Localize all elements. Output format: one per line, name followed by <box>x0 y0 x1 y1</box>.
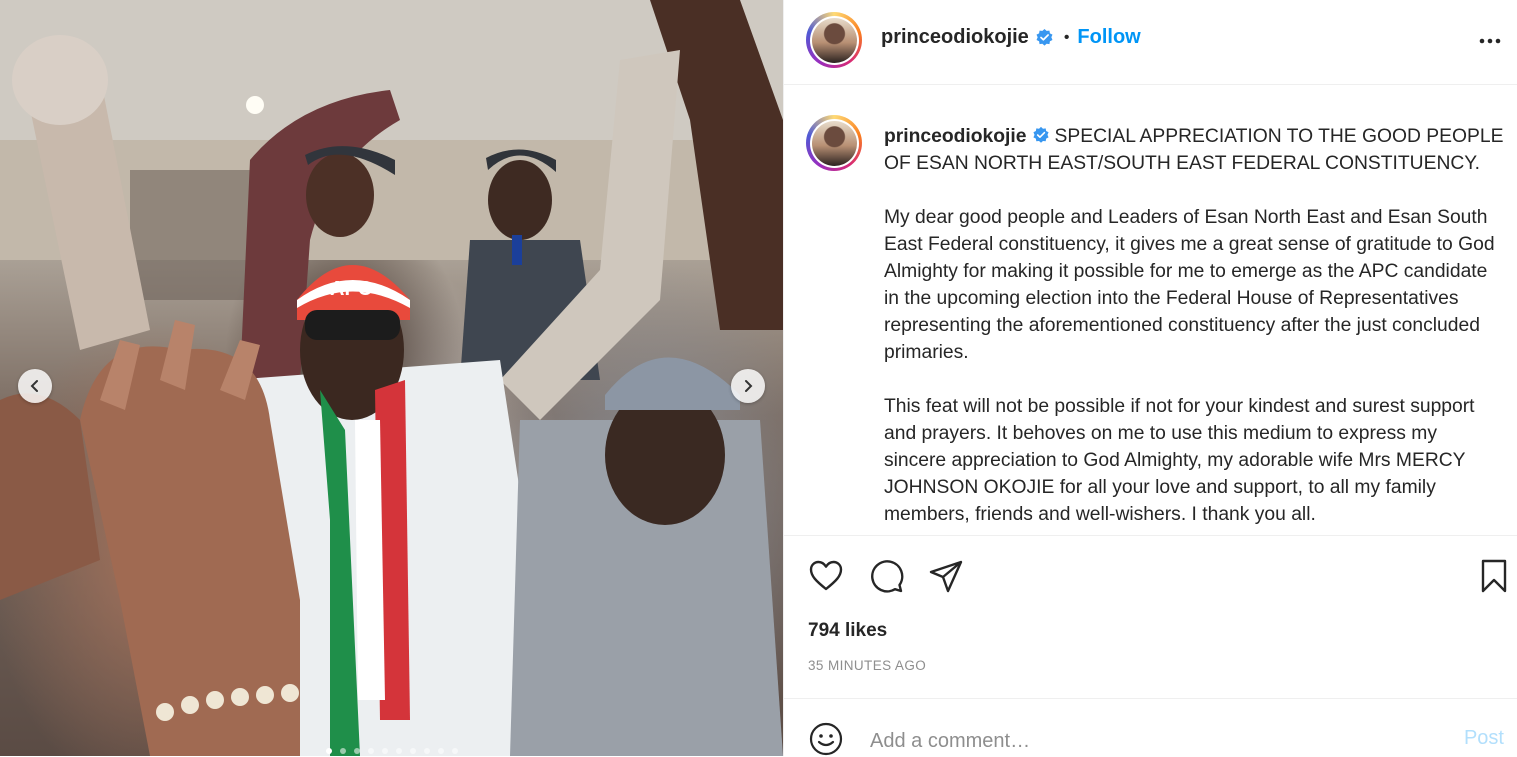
carousel-dot <box>339 748 346 754</box>
follow-button[interactable]: Follow <box>1077 26 1140 49</box>
comment-input[interactable] <box>868 725 1432 757</box>
chevron-left-icon <box>30 380 38 392</box>
caption-paragraph: My dear good people and Leaders of Esan … <box>884 207 1495 363</box>
post-timestamp[interactable]: 35 MINUTES AGO <box>808 658 926 673</box>
verified-badge-icon <box>1036 28 1053 46</box>
avatar-ring <box>809 15 859 65</box>
bookmark-icon[interactable] <box>1476 558 1512 594</box>
carousel-next-button[interactable] <box>731 369 765 403</box>
verified-badge-icon <box>1032 126 1049 143</box>
comment-icon[interactable] <box>868 558 904 594</box>
caption-text: princeodiokojie SPECIAL APPRECIATION TO … <box>884 123 1504 535</box>
carousel-dot <box>451 748 458 754</box>
carousel-dot <box>367 748 374 754</box>
emoji-icon[interactable] <box>808 721 844 757</box>
header-username-link[interactable]: princeodiokojie <box>881 26 1029 49</box>
caption-username-link[interactable]: princeodiokojie <box>884 126 1027 147</box>
avatar-ring <box>809 118 859 168</box>
carousel-dot <box>423 748 430 754</box>
carousel-prev-button[interactable] <box>18 369 52 403</box>
carousel-indicator <box>0 748 783 754</box>
post-actions: 794 likes 35 MINUTES AGO <box>784 535 1517 698</box>
carousel-dot <box>395 748 402 754</box>
caption-paragraph: princeodiokojie SPECIAL APPRECIATION TO … <box>884 123 1504 177</box>
cap-text: APC <box>330 278 372 300</box>
post-comment-button[interactable]: Post <box>1464 727 1504 750</box>
carousel-dot <box>381 748 388 754</box>
like-count[interactable]: 794 likes <box>808 620 887 642</box>
post-side-panel: princeodiokojie • Follow princeodiokojie <box>783 0 1517 757</box>
post-header: princeodiokojie • Follow <box>784 0 1517 85</box>
avatar-image <box>811 120 857 166</box>
caption-avatar[interactable] <box>806 115 862 171</box>
share-icon[interactable] <box>928 558 964 594</box>
chevron-right-icon <box>745 380 753 392</box>
carousel-dot <box>409 748 416 754</box>
carousel-dot <box>437 748 444 754</box>
caption-paragraph: This feat will not be possible if not fo… <box>884 396 1475 525</box>
avatar[interactable] <box>806 12 862 68</box>
carousel-dot <box>353 748 360 754</box>
comment-bar: Post <box>784 698 1517 757</box>
heart-icon[interactable] <box>808 558 844 594</box>
photo-scene: APC <box>0 0 783 756</box>
avatar-image <box>811 17 857 63</box>
header-user-row: princeodiokojie • Follow <box>881 26 1141 49</box>
separator-dot: • <box>1063 28 1070 46</box>
post-photo[interactable]: APC <box>0 0 783 756</box>
caption-area: princeodiokojie SPECIAL APPRECIATION TO … <box>784 85 1517 535</box>
more-options-icon[interactable] <box>1477 28 1503 54</box>
carousel-dot <box>325 748 332 754</box>
